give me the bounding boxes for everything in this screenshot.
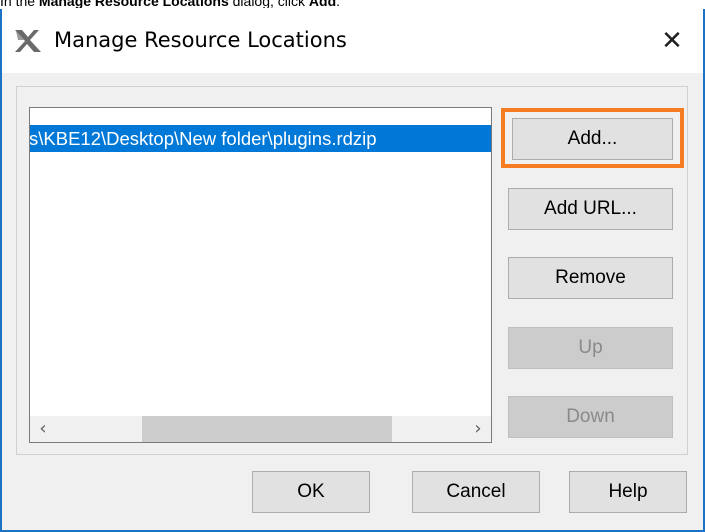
horizontal-scrollbar[interactable]: ‹ › <box>30 416 491 442</box>
ok-button[interactable]: OK <box>252 471 370 513</box>
add-button[interactable]: Add... <box>512 118 673 160</box>
up-button[interactable]: Up <box>508 327 673 369</box>
close-icon[interactable]: ✕ <box>641 9 703 73</box>
app-icon <box>15 30 41 52</box>
scroll-right-icon[interactable]: › <box>465 416 491 442</box>
caption-dialog-name: Manage Resource Locations <box>38 0 229 8</box>
instruction-caption: In the Manage Resource Locations dialog,… <box>0 0 705 8</box>
cancel-button[interactable]: Cancel <box>412 471 540 513</box>
scroll-thumb[interactable] <box>142 416 392 442</box>
dialog-title: Manage Resource Locations <box>54 28 347 52</box>
remove-button[interactable]: Remove <box>508 257 673 299</box>
manage-resource-locations-dialog: Manage Resource Locations ✕ s\KBE12\Desk… <box>0 9 705 532</box>
resource-locations-list[interactable]: s\KBE12\Desktop\New folder\plugins.rdzip… <box>29 107 492 443</box>
add-url-button[interactable]: Add URL... <box>508 188 673 230</box>
list-item[interactable]: s\KBE12\Desktop\New folder\plugins.rdzip <box>30 125 491 152</box>
caption-prefix: In the <box>0 0 39 8</box>
caption-action: Add <box>308 0 337 8</box>
scroll-left-icon[interactable]: ‹ <box>30 416 56 442</box>
down-button[interactable]: Down <box>508 396 673 438</box>
caption-middle: dialog, click <box>228 0 309 8</box>
caption-suffix: . <box>336 0 341 8</box>
help-button[interactable]: Help <box>569 471 687 513</box>
title-bar[interactable]: Manage Resource Locations ✕ <box>2 9 703 73</box>
